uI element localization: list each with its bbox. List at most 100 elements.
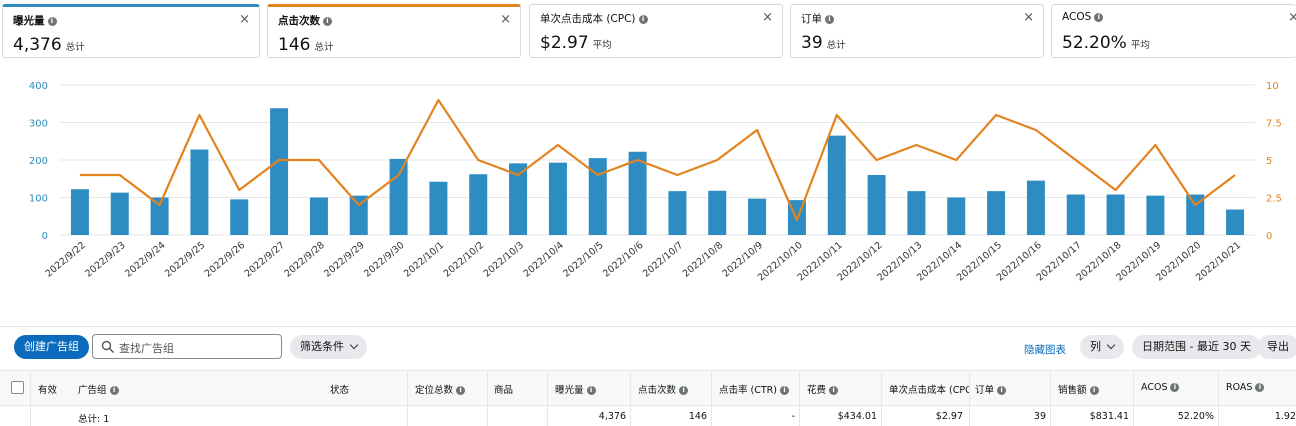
create-ad-group-button[interactable]: 创建广告组	[14, 335, 89, 359]
bar	[1226, 209, 1245, 235]
info-icon[interactable]: i	[586, 386, 596, 395]
columns-button[interactable]: 列	[1080, 335, 1124, 359]
chevron-down-icon	[1106, 340, 1116, 350]
total-orders: 39	[1033, 411, 1046, 422]
y-left-tick: 300	[29, 119, 48, 130]
metric-card-orders[interactable]: 订单 i × 39 总计	[790, 4, 1044, 58]
metric-value: $2.97	[540, 33, 589, 53]
info-icon[interactable]: i	[109, 386, 119, 395]
x-tick-label: 2022/10/2	[442, 240, 486, 280]
table-toolbar: 创建广告组 查找广告组 筛选条件 隐藏图表 列 日期范围 - 最近 30 天 导…	[0, 326, 1296, 364]
info-icon[interactable]: i	[679, 386, 689, 395]
x-tick-label: 2022/9/26	[203, 240, 247, 280]
metric-value: 4,376	[13, 35, 62, 55]
date-range-button[interactable]: 日期范围 - 最近 30 天	[1132, 335, 1261, 359]
x-tick-label: 2022/9/30	[362, 240, 406, 280]
hide-chart-link[interactable]: 隐藏图表	[1024, 342, 1066, 357]
export-button[interactable]: 导出	[1257, 335, 1296, 359]
bar	[668, 191, 687, 235]
metric-card-clicks[interactable]: 点击次数 i × 146 总计	[267, 4, 521, 58]
y-right-tick: 7.5	[1266, 119, 1282, 130]
header-active[interactable]: 有效	[38, 382, 57, 396]
metric-unit: 总计	[826, 40, 846, 51]
info-icon[interactable]: i	[47, 17, 57, 26]
header-products[interactable]: 商品	[494, 382, 513, 396]
x-tick-label: 2022/9/28	[282, 240, 326, 280]
metric-title: 点击次数	[278, 15, 320, 27]
bar	[748, 198, 767, 235]
info-icon[interactable]: i	[825, 15, 834, 24]
x-tick-label: 2022/9/22	[43, 240, 87, 280]
performance-chart: 0 0100 2.5200 5300 7.5400 102022/9/222022/9/2…	[29, 81, 1282, 284]
filter-button[interactable]: 筛选条件	[290, 335, 367, 359]
bar	[429, 181, 448, 235]
metric-title: 单次点击成本 (CPC)	[540, 13, 636, 25]
metric-card-impressions[interactable]: 曝光量 i × 4,376 总计	[2, 4, 260, 58]
header-status[interactable]: 状态	[330, 382, 349, 396]
info-icon[interactable]: i	[1094, 13, 1104, 22]
info-icon[interactable]: i	[638, 15, 648, 24]
y-right-tick: 2.5	[1266, 194, 1282, 205]
info-icon[interactable]: i	[456, 386, 466, 395]
header-ad-group[interactable]: 广告组 i	[78, 382, 119, 396]
bar	[1066, 194, 1085, 235]
metric-value: 39	[801, 33, 823, 53]
y-left-tick: 100	[29, 194, 48, 205]
table-total-row: 总计: 1 4,376 146 - $434.01 $2.97 39 $831.…	[0, 406, 1296, 426]
search-input[interactable]: 查找广告组	[92, 334, 282, 359]
close-icon[interactable]: ×	[500, 13, 511, 26]
header-orders[interactable]: 订单 i	[975, 382, 1007, 396]
metric-card-acos[interactable]: ACOS i × 52.20% 平均	[1051, 4, 1296, 58]
search-placeholder: 查找广告组	[119, 342, 174, 355]
header-cpc[interactable]: 单次点击成本 (CPC)	[889, 382, 969, 396]
header-clicks[interactable]: 点击次数 i	[638, 382, 689, 396]
x-tick-label: 2022/9/27	[243, 240, 287, 280]
metric-card-cpc[interactable]: 单次点击成本 (CPC) i × $2.97 平均	[529, 4, 783, 58]
search-icon	[101, 340, 114, 353]
x-tick-label: 2022/9/29	[322, 240, 366, 280]
info-icon[interactable]: i	[323, 17, 332, 26]
metric-title: ACOS	[1062, 11, 1092, 23]
info-icon[interactable]: i	[1170, 383, 1180, 392]
header-targets[interactable]: 定位总数 i	[415, 382, 466, 396]
metric-value: 52.20%	[1062, 33, 1127, 53]
bar	[827, 135, 846, 235]
info-icon[interactable]: i	[997, 386, 1007, 395]
total-spend: $434.01	[837, 411, 877, 422]
close-icon[interactable]: ×	[239, 13, 250, 26]
x-tick-label: 2022/10/3	[482, 240, 526, 280]
bar	[1146, 195, 1165, 235]
metric-cards: 曝光量 i × 4,376 总计 点击次数 i × 146 总计 单次点击成本 (CPC…	[0, 0, 1296, 60]
select-all-checkbox[interactable]	[11, 381, 24, 394]
metric-value: 146	[278, 35, 311, 55]
info-icon[interactable]: i	[1255, 383, 1265, 392]
total-sales: $831.41	[1089, 411, 1129, 422]
header-impressions[interactable]: 曝光量 i	[555, 382, 596, 396]
metric-unit: 总计	[314, 42, 334, 53]
x-tick-label: 2022/10/4	[521, 240, 565, 280]
info-icon[interactable]: i	[779, 386, 789, 395]
header-spend[interactable]: 花费 i	[807, 382, 839, 396]
total-label: 总计: 1	[78, 414, 110, 425]
bar	[70, 189, 89, 235]
info-icon[interactable]: i	[829, 386, 839, 395]
bar	[1026, 180, 1045, 235]
close-icon[interactable]: ×	[1288, 11, 1296, 24]
y-left-tick: 200	[29, 156, 48, 167]
header-ctr[interactable]: 点击率 (CTR) i	[719, 382, 789, 396]
header-roas[interactable]: ROAS i	[1226, 382, 1265, 393]
total-clicks: 146	[688, 411, 707, 422]
total-ctr: -	[791, 411, 795, 422]
y-right-tick: 0	[1266, 231, 1272, 242]
close-icon[interactable]: ×	[1023, 11, 1034, 24]
x-tick-label: 2022/9/23	[83, 240, 127, 280]
bar	[230, 199, 249, 235]
y-left-tick: 0	[42, 231, 48, 242]
header-acos[interactable]: ACOS i	[1141, 382, 1180, 393]
x-tick-label: 2022/9/25	[163, 240, 207, 280]
bar	[110, 192, 129, 235]
close-icon[interactable]: ×	[762, 11, 773, 24]
bar	[987, 191, 1006, 235]
header-sales[interactable]: 销售额 i	[1058, 382, 1099, 396]
info-icon[interactable]: i	[1089, 386, 1099, 395]
